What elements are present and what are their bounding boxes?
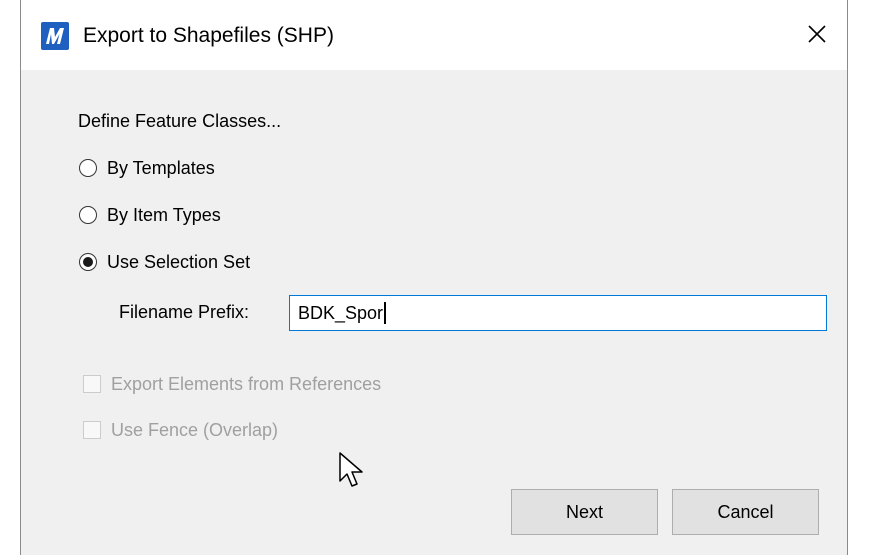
export-from-references-option: Export Elements from References	[83, 372, 381, 396]
dialog-title: Export to Shapefiles (SHP)	[83, 24, 334, 47]
close-icon	[808, 25, 826, 43]
use-fence-option: Use Fence (Overlap)	[83, 418, 278, 442]
filename-prefix-label: Filename Prefix:	[119, 302, 250, 322]
radio-label: By Item Types	[107, 204, 221, 225]
checkbox-label: Export Elements from References	[111, 373, 382, 394]
cancel-button[interactable]: Cancel	[672, 489, 819, 535]
define-feature-classes-label: Define Feature Classes...	[78, 111, 282, 131]
radio-button[interactable]	[79, 206, 97, 224]
checkbox-label: Use Fence (Overlap)	[111, 419, 279, 440]
export-shapefiles-dialog: Export to Shapefiles (SHP) Define Featur…	[20, 0, 848, 555]
radio-button[interactable]	[79, 159, 97, 177]
next-button[interactable]: Next	[511, 489, 658, 535]
radio-button-selected[interactable]	[79, 253, 97, 271]
close-button[interactable]	[787, 4, 847, 64]
checkbox-disabled	[83, 421, 101, 439]
radio-by-templates[interactable]: By Templates	[79, 155, 215, 181]
text-caret	[384, 302, 386, 324]
radio-use-selection-set[interactable]: Use Selection Set	[79, 249, 250, 275]
radio-selected-dot	[83, 257, 93, 267]
microstation-icon	[41, 22, 69, 50]
radio-label: Use Selection Set	[107, 251, 251, 272]
mouse-pointer-icon	[339, 452, 363, 487]
radio-label: By Templates	[107, 157, 215, 178]
filename-prefix-value: BDK_Spor	[298, 302, 384, 323]
checkbox-disabled	[83, 375, 101, 393]
filename-prefix-input[interactable]: BDK_Spor	[289, 295, 827, 331]
radio-by-item-types[interactable]: By Item Types	[79, 202, 221, 228]
title-bar: Export to Shapefiles (SHP)	[21, 0, 847, 70]
